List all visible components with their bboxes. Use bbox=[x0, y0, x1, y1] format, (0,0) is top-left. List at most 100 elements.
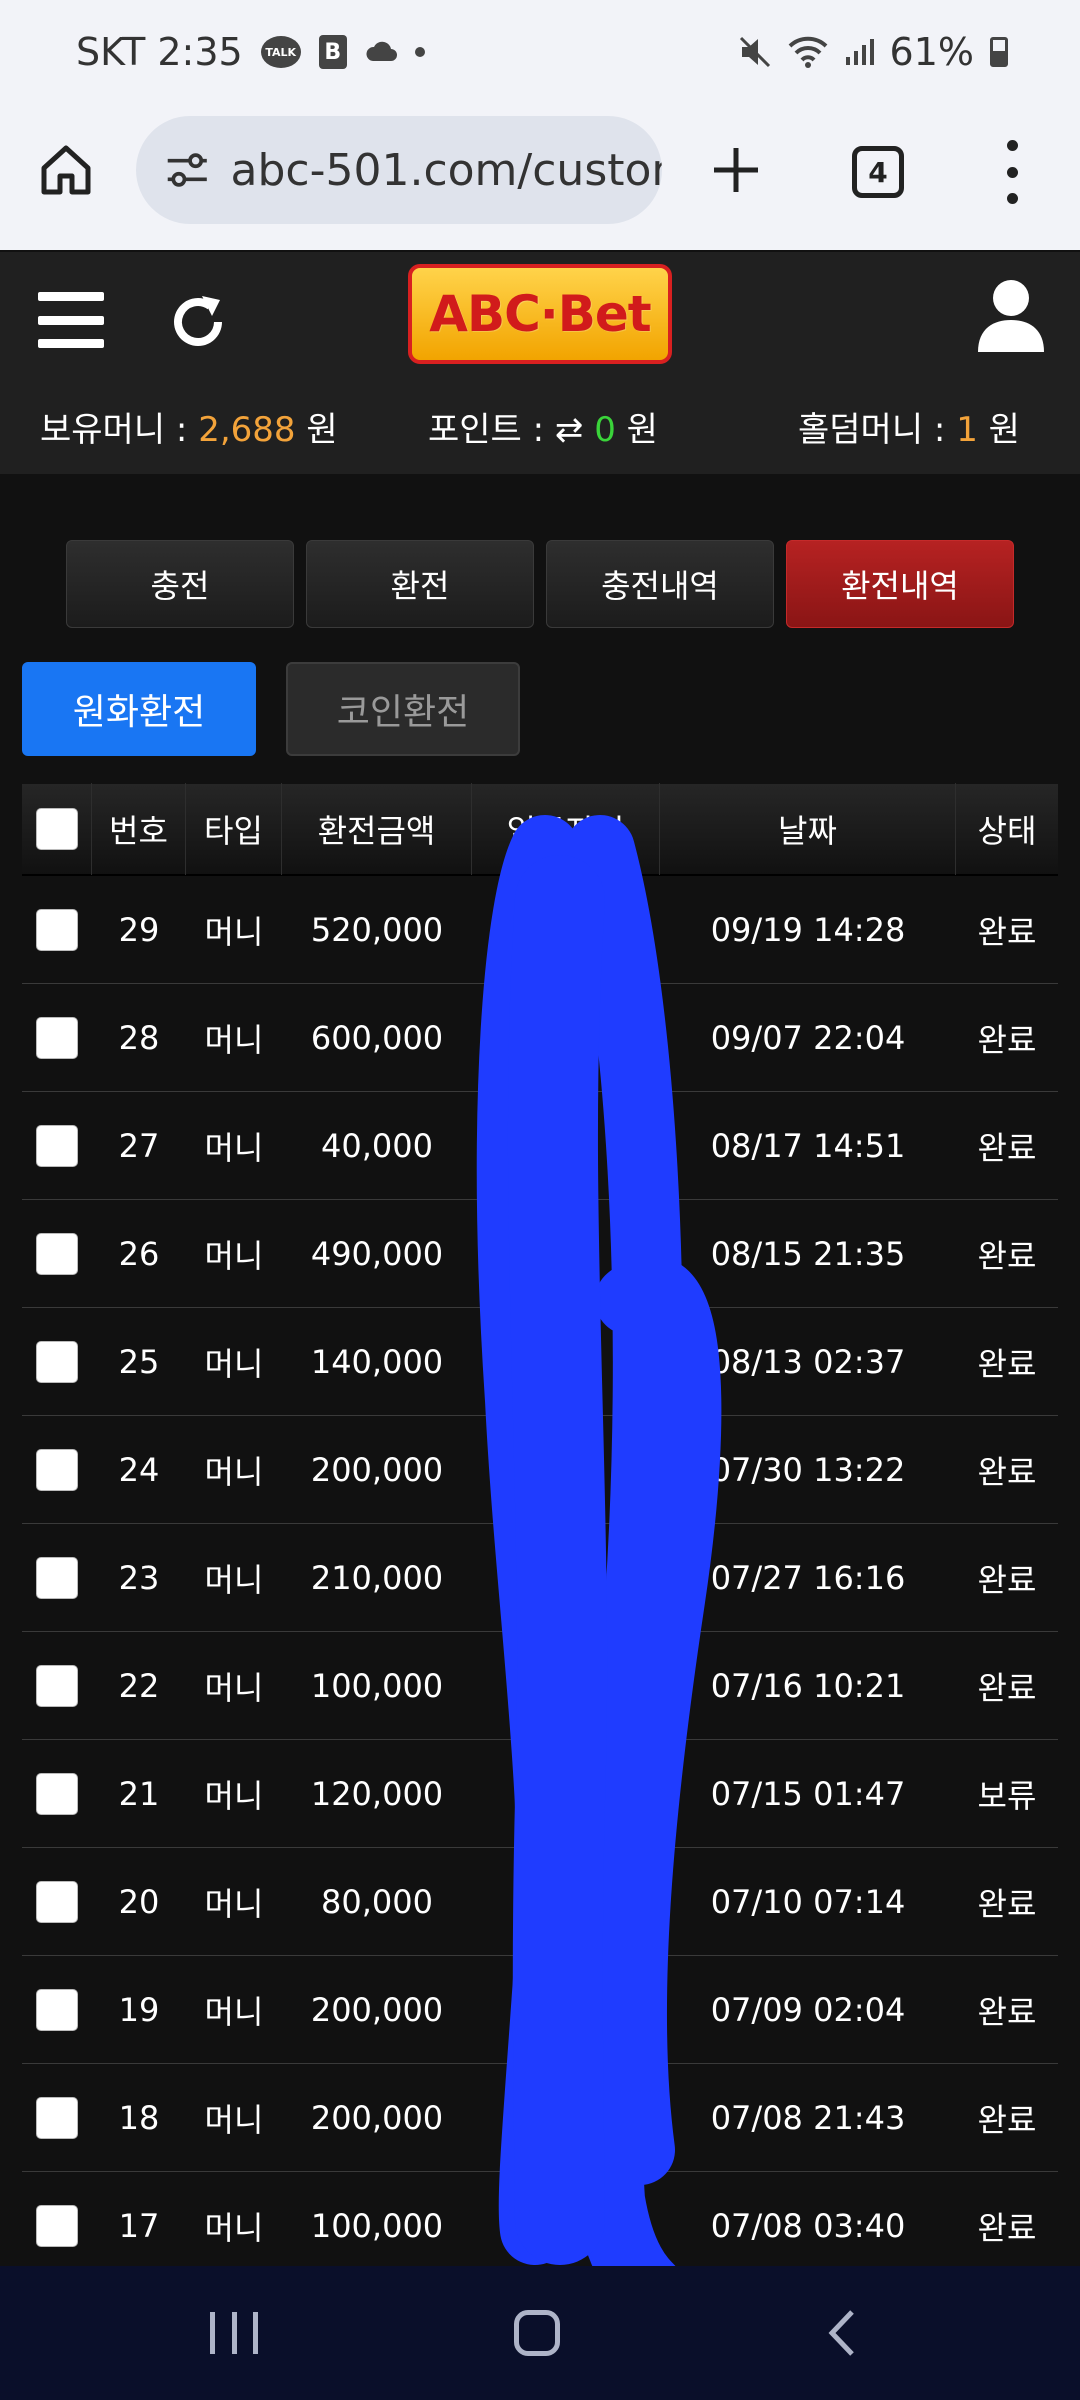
row-date: 08/13 02:37 bbox=[710, 1342, 906, 1381]
row-checkbox[interactable] bbox=[36, 1340, 78, 1383]
site-header: ABC·Bet 보유머니 : 2,688 원 포인트 : ⇄ 0 원 홀덤머니 … bbox=[0, 252, 1080, 474]
header-amount: 환전금액 bbox=[282, 783, 472, 875]
holdem-balance: 홀덤머니 : 1 원 bbox=[798, 410, 1020, 450]
row-status: 완료 bbox=[977, 2208, 1037, 2247]
row-checkbox[interactable] bbox=[36, 2204, 78, 2247]
subtab-coin-withdraw[interactable]: 코인환전 bbox=[286, 662, 520, 756]
subtab-krw-withdraw[interactable]: 원화환전 bbox=[22, 662, 256, 756]
row-number: 26 bbox=[118, 1234, 160, 1273]
more-options-icon[interactable] bbox=[1000, 140, 1024, 204]
recent-apps-icon[interactable] bbox=[210, 2312, 258, 2354]
money-balance: 보유머니 : 2,688 원 bbox=[40, 410, 338, 450]
row-amount: 210,000 bbox=[310, 1558, 444, 1597]
tab-switcher-button[interactable]: 4 bbox=[852, 146, 904, 198]
new-tab-icon[interactable] bbox=[706, 140, 766, 200]
row-amount: 200,000 bbox=[310, 1450, 444, 1489]
tab-bar: 충전 환전 충전내역 환전내역 bbox=[66, 540, 1014, 628]
row-status: 완료 bbox=[977, 1020, 1037, 1059]
back-icon[interactable] bbox=[822, 2308, 862, 2358]
row-amount: 100,000 bbox=[310, 1666, 444, 1705]
row-number: 28 bbox=[118, 1018, 160, 1057]
tab-deposit-history[interactable]: 충전내역 bbox=[546, 540, 774, 628]
row-date: 09/19 14:28 bbox=[710, 910, 906, 949]
row-date: 07/09 02:04 bbox=[710, 1990, 906, 2029]
row-amount: 490,000 bbox=[310, 1234, 444, 1273]
home-button-icon[interactable] bbox=[514, 2310, 560, 2356]
table-row: 25 머니 140,000 08/13 02:37 완료 bbox=[22, 1308, 1058, 1416]
row-number: 18 bbox=[118, 2098, 160, 2137]
row-number: 21 bbox=[118, 1774, 160, 1813]
tab-withdraw-history[interactable]: 환전내역 bbox=[786, 540, 1014, 628]
row-number: 24 bbox=[118, 1450, 160, 1489]
refresh-icon[interactable] bbox=[166, 290, 230, 354]
table-row: 24 머니 200,000 07/30 13:22 완료 bbox=[22, 1416, 1058, 1524]
exchange-arrows-icon[interactable]: ⇄ bbox=[555, 410, 594, 450]
wifi-icon bbox=[788, 36, 827, 68]
row-date: 07/08 03:40 bbox=[710, 2206, 906, 2245]
signal-icon bbox=[845, 39, 874, 65]
table-row: 19 머니 200,000 07/09 02:04 완료 bbox=[22, 1956, 1058, 2064]
row-type: 머니 bbox=[204, 1236, 264, 1275]
row-checkbox[interactable] bbox=[36, 1988, 78, 2031]
status-bar: SKT 2:35 TALK B 61% bbox=[0, 0, 1080, 110]
kakaotalk-icon: TALK bbox=[260, 36, 301, 68]
user-profile-icon[interactable] bbox=[976, 278, 1046, 354]
row-checkbox-cell bbox=[22, 908, 92, 951]
row-checkbox[interactable] bbox=[36, 1016, 78, 1059]
row-date: 07/10 07:14 bbox=[710, 1882, 906, 1921]
row-checkbox-cell bbox=[22, 1772, 92, 1815]
table-row: 26 머니 490,000 08/15 21:35 완료 bbox=[22, 1200, 1058, 1308]
row-type: 머니 bbox=[204, 1344, 264, 1383]
row-checkbox-cell bbox=[22, 1988, 92, 2031]
address-bar[interactable]: abc-501.com/custom bbox=[136, 116, 662, 224]
row-number: 20 bbox=[118, 1882, 160, 1921]
row-status: 완료 bbox=[977, 1668, 1037, 1707]
table-row: 29 머니 520,000 09/19 14:28 완료 bbox=[22, 876, 1058, 984]
row-status: 완료 bbox=[977, 1128, 1037, 1167]
select-all-checkbox[interactable] bbox=[36, 808, 78, 850]
row-checkbox[interactable] bbox=[36, 1124, 78, 1167]
row-date: 07/27 16:16 bbox=[710, 1558, 906, 1597]
tab-deposit[interactable]: 충전 bbox=[66, 540, 294, 628]
row-checkbox[interactable] bbox=[36, 1880, 78, 1923]
row-checkbox[interactable] bbox=[36, 1664, 78, 1707]
row-checkbox-cell bbox=[22, 1340, 92, 1383]
row-checkbox[interactable] bbox=[36, 1772, 78, 1815]
table-row: 22 머니 100,000 07/16 10:21 완료 bbox=[22, 1632, 1058, 1740]
row-status: 완료 bbox=[977, 1560, 1037, 1599]
row-number: 17 bbox=[118, 2206, 160, 2245]
row-checkbox[interactable] bbox=[36, 2096, 78, 2139]
header-date: 날짜 bbox=[660, 783, 956, 875]
row-amount: 80,000 bbox=[321, 1882, 433, 1921]
url-text: abc-501.com/custom bbox=[230, 144, 662, 196]
header-type: 타입 bbox=[186, 783, 282, 875]
row-date: 07/16 10:21 bbox=[710, 1666, 906, 1705]
row-number: 25 bbox=[118, 1342, 160, 1381]
row-status: 보류 bbox=[977, 1776, 1037, 1815]
row-type: 머니 bbox=[204, 1020, 264, 1059]
sub-tabs: 원화환전 코인환전 bbox=[22, 662, 520, 756]
row-checkbox[interactable] bbox=[36, 1448, 78, 1491]
tab-withdraw[interactable]: 환전 bbox=[306, 540, 534, 628]
row-checkbox-cell bbox=[22, 2204, 92, 2247]
row-amount: 200,000 bbox=[310, 1990, 444, 2029]
row-checkbox[interactable] bbox=[36, 908, 78, 951]
site-settings-icon[interactable] bbox=[164, 150, 211, 190]
row-type: 머니 bbox=[204, 1560, 264, 1599]
row-type: 머니 bbox=[204, 1884, 264, 1923]
row-checkbox-cell bbox=[22, 1016, 92, 1059]
b-app-icon: B bbox=[318, 35, 347, 69]
header-number: 번호 bbox=[92, 783, 186, 875]
row-amount: 100,000 bbox=[310, 2206, 444, 2245]
row-amount: 120,000 bbox=[310, 1774, 444, 1813]
row-checkbox[interactable] bbox=[36, 1556, 78, 1599]
row-date: 07/15 01:47 bbox=[710, 1774, 906, 1813]
home-icon[interactable] bbox=[36, 140, 96, 200]
hamburger-menu-icon[interactable] bbox=[38, 292, 104, 348]
row-date: 08/15 21:35 bbox=[710, 1234, 906, 1273]
site-logo[interactable]: ABC·Bet bbox=[408, 264, 672, 364]
row-checkbox[interactable] bbox=[36, 1232, 78, 1275]
header-status: 상태 bbox=[977, 812, 1037, 850]
table-row: 18 머니 200,000 07/08 21:43 완료 bbox=[22, 2064, 1058, 2172]
table-row: 20 머니 80,000 07/10 07:14 완료 bbox=[22, 1848, 1058, 1956]
